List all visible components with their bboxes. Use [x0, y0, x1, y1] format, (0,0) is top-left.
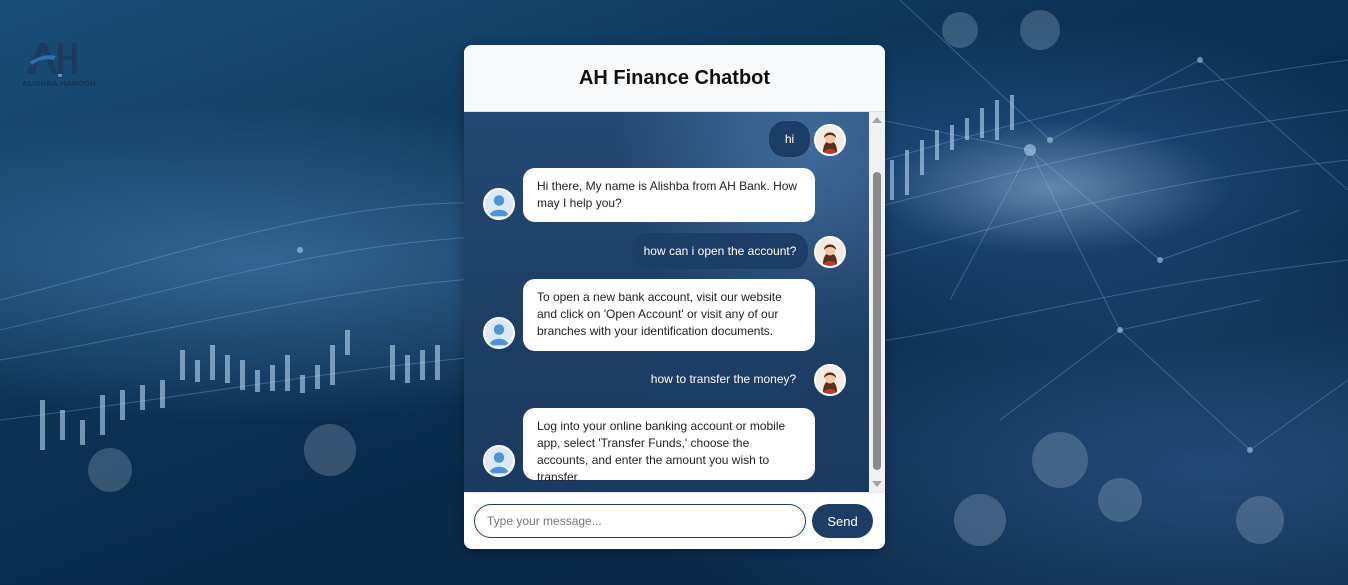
bot-message-bubble: Log into your online banking account or …: [523, 408, 815, 484]
message-text: how can i open the account?: [643, 243, 797, 258]
user-message-bubble: how can i open the account?: [632, 233, 808, 269]
scroll-down-arrow-icon[interactable]: [872, 481, 882, 487]
message-text: To open a new bank account, visit our we…: [537, 290, 782, 338]
user-profile-icon: [483, 317, 515, 349]
brand-logo[interactable]: ALISHBA HAROON: [22, 40, 97, 92]
user-profile-icon: [483, 445, 515, 477]
woman-avatar-icon: [814, 236, 846, 268]
message-text: how to transfer the money?: [650, 371, 797, 386]
woman-avatar-icon: [814, 124, 846, 156]
user-profile-icon: [483, 188, 515, 220]
chat-header: AH Finance Chatbot: [464, 45, 885, 112]
message-input[interactable]: [474, 504, 806, 538]
chat-scrollbar[interactable]: [869, 112, 885, 492]
woman-avatar-icon: [814, 364, 846, 396]
chat-window: AH Finance Chatbot hi Hi there, My name …: [464, 45, 885, 549]
user-message-bubble: hi: [769, 121, 810, 157]
message-text: Log into your online banking account or …: [537, 419, 786, 484]
scroll-up-arrow-icon[interactable]: [872, 117, 882, 123]
bot-message-bubble: To open a new bank account, visit our we…: [523, 279, 815, 351]
chat-title: AH Finance Chatbot: [578, 66, 771, 89]
chat-input-bar: Send: [464, 492, 885, 549]
scrollbar-thumb[interactable]: [873, 172, 881, 470]
user-message-bubble: how to transfer the money?: [639, 361, 808, 397]
chat-messages[interactable]: hi Hi there, My name is Alishba from AH …: [464, 112, 869, 492]
ah-logo-icon: [26, 43, 77, 74]
send-button[interactable]: Send: [812, 504, 873, 538]
logo-caption: ALISHBA HAROON: [22, 79, 97, 88]
bot-message-bubble: Hi there, My name is Alishba from AH Ban…: [523, 168, 815, 222]
message-text: hi: [784, 131, 795, 146]
message-text: Hi there, My name is Alishba from AH Ban…: [537, 179, 798, 210]
